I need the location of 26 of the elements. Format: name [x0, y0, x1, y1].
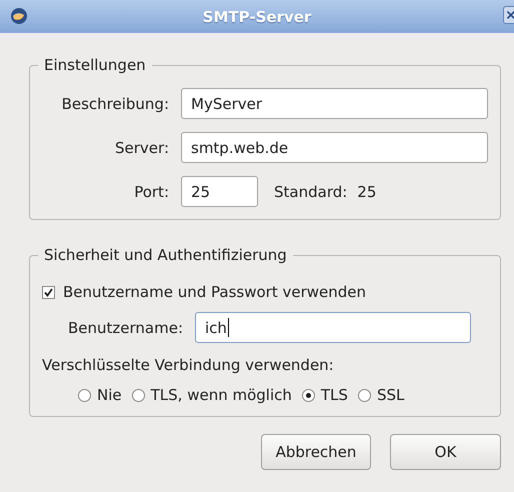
radio-label: TLS, wenn möglich	[150, 386, 292, 404]
input-field[interactable]: 25	[181, 176, 258, 207]
radio-label: SSL	[376, 386, 404, 404]
field-label: Port:	[133, 182, 169, 200]
field-label: Beschreibung:	[60, 94, 169, 112]
input-field[interactable]: smtp.web.de	[181, 132, 488, 163]
checkbox[interactable]	[42, 286, 55, 298]
field-label: Benutzername:	[68, 318, 184, 336]
window-title: SMTP-Server	[202, 8, 312, 26]
radio-button[interactable]	[132, 388, 145, 402]
radio-label: Nie	[97, 386, 122, 404]
close-icon[interactable]	[503, 6, 514, 24]
checkbox-label: Benutzername und Passwort verwenden	[63, 283, 366, 301]
radio-button[interactable]	[302, 388, 315, 402]
radio-button[interactable]	[78, 388, 91, 402]
input-field[interactable]: MyServer	[181, 88, 488, 119]
app-icon	[10, 7, 28, 25]
dialog-button[interactable]: Abbrechen	[261, 434, 371, 470]
dialog-button[interactable]: OK	[390, 434, 501, 470]
radio-button[interactable]	[358, 388, 371, 402]
default-label: Standard:	[274, 182, 348, 200]
input-field[interactable]: ich	[195, 312, 472, 343]
radio-label: TLS	[320, 386, 348, 404]
default-value: 25	[357, 182, 376, 200]
field-label: Server:	[114, 138, 169, 156]
section-label: Verschlüsselte Verbindung verwenden:	[42, 356, 335, 374]
